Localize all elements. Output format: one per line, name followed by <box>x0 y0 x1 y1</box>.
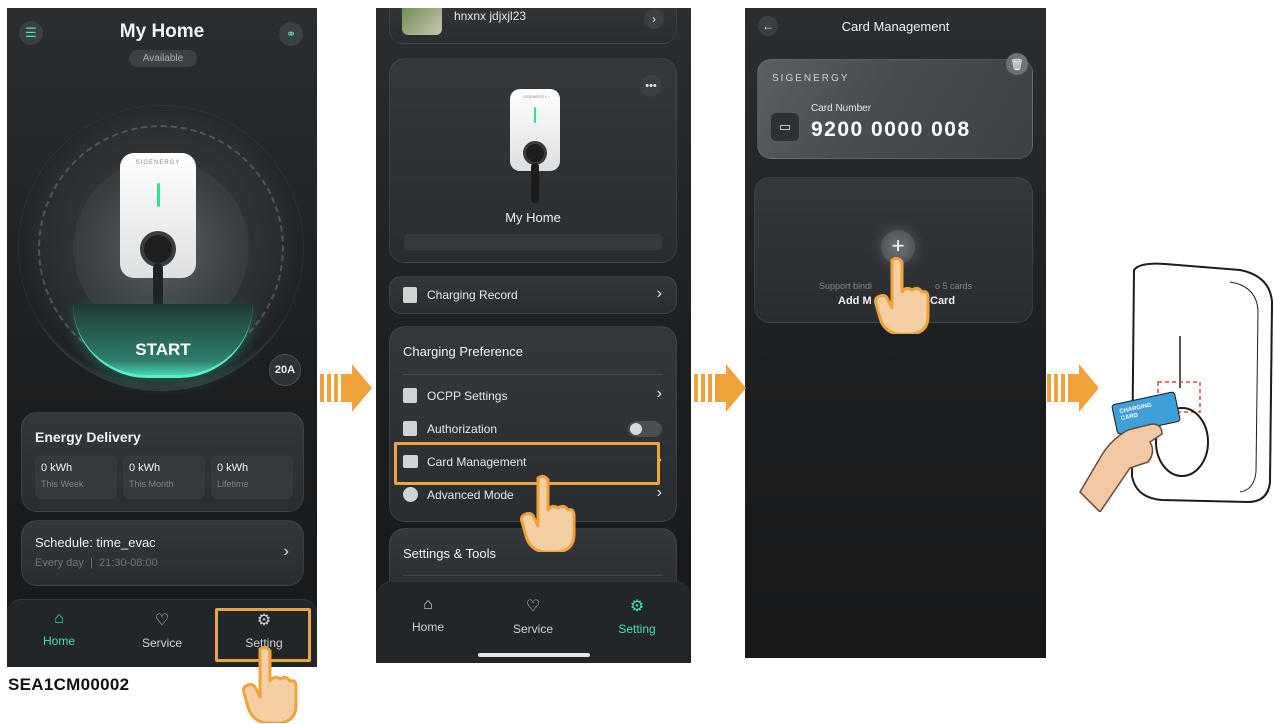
share-icon[interactable]: ⚭ <box>279 22 303 46</box>
home-icon: ⌂ <box>423 596 433 613</box>
nav-home[interactable]: ⌂ Home <box>27 610 91 648</box>
charging-record-row[interactable]: Charging Record › <box>389 276 677 314</box>
charger-image: SIGENERGY <box>510 89 560 171</box>
authorization-label: Authorization <box>427 422 498 436</box>
device-name: My Home <box>505 210 561 225</box>
charging-record-label: Charging Record <box>427 288 518 302</box>
ocpp-settings-label: OCPP Settings <box>427 389 508 403</box>
pointing-hand-icon <box>874 256 930 334</box>
schedule-card[interactable]: Schedule: time_evac Every day | 21:30-08… <box>21 520 304 586</box>
home-indicator <box>478 653 590 657</box>
advanced-mode-icon <box>403 487 418 502</box>
chevron-right-icon: › <box>656 484 662 501</box>
preference-divider <box>403 374 663 375</box>
gear-icon: ⚙ <box>629 598 645 615</box>
card-icon: ▭ <box>770 112 800 142</box>
stat-label: Lifetime <box>217 479 249 489</box>
preference-title: Charging Preference <box>403 344 523 359</box>
setting-screen: hnxnx jdjxjl23 › ••• SIGENERGY My Home C… <box>376 8 691 663</box>
stat-label: This Week <box>41 479 84 489</box>
bottom-nav: ⌂ Home ♡ Service ⚙ Setting <box>376 581 691 663</box>
add-text-left: Add M <box>838 295 872 307</box>
authorization-toggle[interactable] <box>628 421 662 437</box>
card-number-label: Card Number <box>811 103 872 114</box>
current-badge[interactable]: 20A <box>269 354 301 386</box>
nav-label: Home <box>411 620 444 634</box>
brand-logo: SIGENERGY <box>772 73 850 84</box>
charging-record-icon <box>403 287 417 303</box>
ocpp-settings-icon <box>403 388 417 403</box>
ocpp-settings-row[interactable]: OCPP Settings › <box>390 384 676 410</box>
service-icon: ♡ <box>154 612 170 629</box>
chevron-right-icon: › <box>656 385 662 402</box>
stat-value: 0 kWh <box>41 462 73 474</box>
schedule-title: Schedule: time_evac <box>35 535 156 550</box>
settings-tools-title: Settings & Tools <box>403 546 496 561</box>
card-number: 9200 0000 008 <box>811 118 971 141</box>
pointing-hand-icon <box>242 645 298 723</box>
stat-value: 0 kWh <box>217 462 249 474</box>
device-thumbnail <box>402 8 442 35</box>
stat-week: 0 kWh This Week <box>35 455 117 499</box>
device-divider <box>404 234 662 250</box>
top-device-row[interactable]: hnxnx jdjxjl23 › <box>389 8 677 44</box>
step-arrow-1 <box>320 364 372 412</box>
chevron-right-icon: › <box>656 285 662 302</box>
service-icon: ♡ <box>525 598 541 615</box>
model-code: SEA1CM00002 <box>8 675 130 694</box>
authorization-icon <box>403 421 417 436</box>
home-icon: ⌂ <box>54 610 64 627</box>
charger-cable <box>531 163 539 203</box>
support-text-left: Support bindi <box>819 281 873 291</box>
top-item-label: hnxnx jdjxjl23 <box>454 9 527 23</box>
trash-icon[interactable]: 🗑 <box>1006 53 1028 75</box>
home-screen: ☰ My Home Available ⚭ SIGENERGY START 20… <box>7 8 317 667</box>
nav-label: Service <box>141 636 182 650</box>
start-label: START <box>135 340 191 359</box>
step-arrow-2 <box>694 364 746 412</box>
device-card: ••• SIGENERGY My Home <box>389 58 677 263</box>
energy-card: Energy Delivery 0 kWh This Week 0 kWh Th… <box>21 412 304 512</box>
chevron-right-icon: › <box>644 9 664 29</box>
page-title: My Home <box>119 21 205 42</box>
nav-label: Home <box>42 634 75 648</box>
pointing-hand-icon <box>520 474 576 552</box>
nav-service[interactable]: ♡ Service <box>501 596 565 636</box>
nav-home[interactable]: ⌂ Home <box>396 596 460 634</box>
schedule-subtitle: Every day | 21:30-08:00 <box>35 557 158 569</box>
charger-photo <box>1079 262 1274 512</box>
page-title: Card Management <box>841 19 950 34</box>
more-icon[interactable]: ••• <box>640 75 662 97</box>
stat-month: 0 kWh This Month <box>123 455 205 499</box>
support-text-right: o 5 cards <box>935 281 973 291</box>
energy-title: Energy Delivery <box>35 429 141 445</box>
nav-service[interactable]: ♡ Service <box>130 610 194 650</box>
stat-value: 0 kWh <box>129 462 161 474</box>
stat-lifetime: 0 kWh Lifetime <box>211 455 293 499</box>
authorization-row: Authorization <box>390 417 676 443</box>
advanced-mode-label: Advanced Mode <box>427 488 514 502</box>
charging-card[interactable]: SIGENERGY Card Number ▭ 9200 0000 008 <box>757 59 1033 159</box>
nav-label: Service <box>512 622 553 636</box>
stat-label: This Month <box>129 479 174 489</box>
nav-setting[interactable]: ⚙ Setting <box>605 596 669 636</box>
add-text-right: Card <box>930 295 956 307</box>
chevron-right-icon: › <box>283 543 289 560</box>
status-badge: Available <box>129 50 197 67</box>
nav-label: Setting <box>618 622 656 636</box>
charger-image: SIGENERGY <box>120 153 196 278</box>
